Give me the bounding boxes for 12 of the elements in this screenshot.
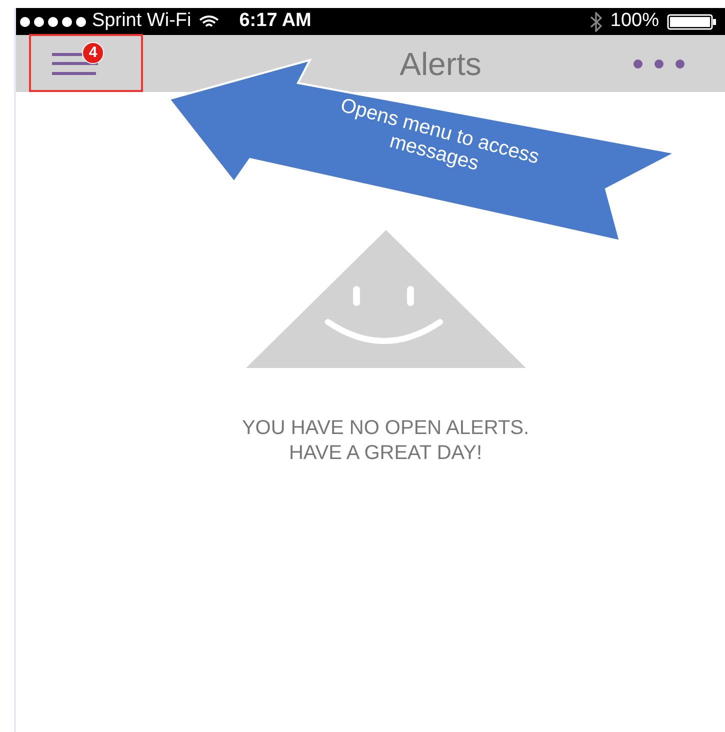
callout-text: Opens menu to access messages xyxy=(337,93,542,178)
wifi-icon xyxy=(199,14,220,28)
more-icon[interactable] xyxy=(632,58,685,68)
smiley-triangle-icon xyxy=(246,230,526,368)
bluetooth-icon xyxy=(590,12,602,32)
status-time: 6:17 AM xyxy=(239,9,312,34)
battery-icon xyxy=(667,14,717,30)
carrier-name: Sprint Wi-Fi xyxy=(92,9,192,34)
empty-state-message: YOU HAVE NO OPEN ALERTS. HAVE A GREAT DAY! xyxy=(242,416,530,466)
signal-icon xyxy=(20,16,88,26)
page-title: Alerts xyxy=(400,44,482,84)
battery-percent: 100% xyxy=(610,9,659,34)
